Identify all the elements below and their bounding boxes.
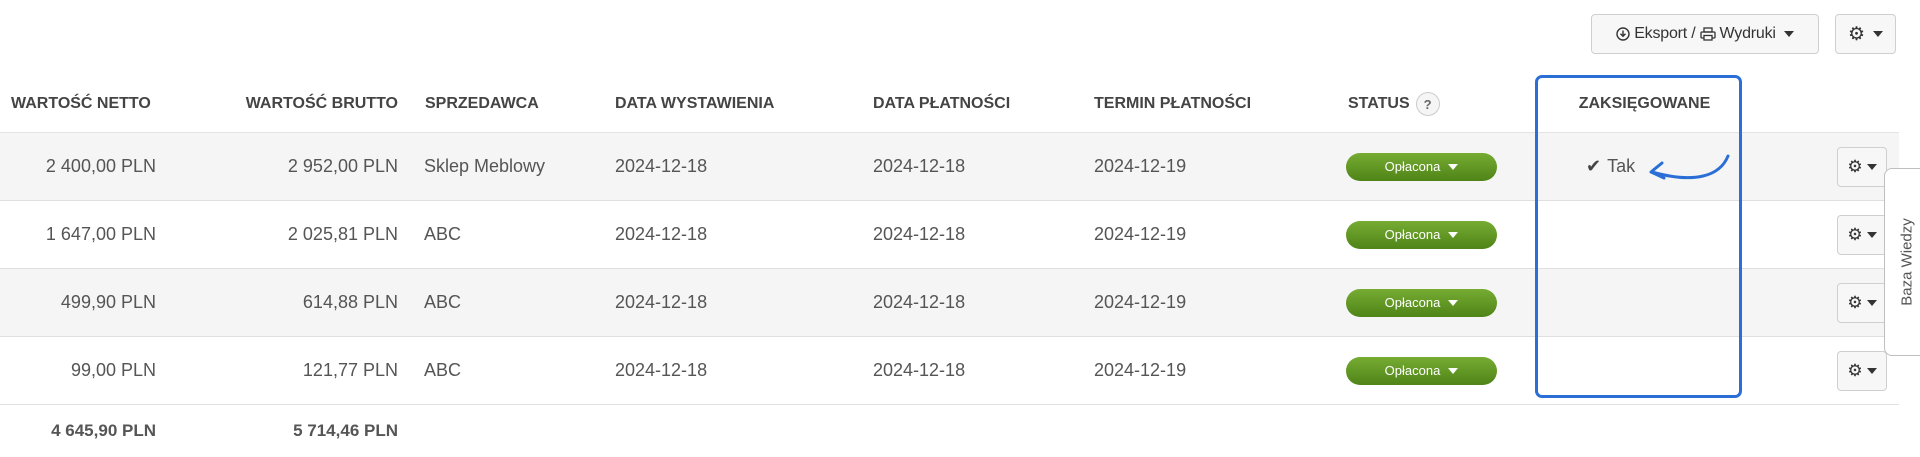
top-toolbar: Eksport / Wydruki ⚙ [1591, 14, 1896, 54]
booked-cell [1541, 337, 1748, 405]
actions-cell: ⚙ [1748, 337, 1899, 405]
netto-value: 499,90 PLN [0, 269, 167, 337]
netto-value: 99,00 PLN [0, 337, 167, 405]
table-row: 99,00 PLN 121,77 PLN ABC 2024-12-18 2024… [0, 337, 1899, 405]
brutto-value: 614,88 PLN [167, 269, 412, 337]
issue-date-value: 2024-12-18 [608, 201, 862, 269]
booked-value: Tak [1607, 156, 1635, 176]
brutto-value: 121,77 PLN [167, 337, 412, 405]
payment-date-value: 2024-12-18 [862, 269, 1083, 337]
total-brutto: 5 714,46 PLN [167, 405, 412, 457]
seller-value: ABC [412, 337, 608, 405]
caret-down-icon [1867, 300, 1877, 306]
actions-cell: ⚙ [1748, 269, 1899, 337]
due-date-value: 2024-12-19 [1083, 133, 1334, 201]
status-dropdown[interactable]: Opłacona [1346, 289, 1497, 317]
issue-date-value: 2024-12-18 [608, 269, 862, 337]
due-date-value: 2024-12-19 [1083, 269, 1334, 337]
caret-down-icon [1448, 300, 1458, 306]
caret-down-icon [1448, 368, 1458, 374]
issue-date-value: 2024-12-18 [608, 133, 862, 201]
row-settings-button[interactable]: ⚙ [1837, 283, 1887, 323]
payment-date-value: 2024-12-18 [862, 133, 1083, 201]
caret-down-icon [1867, 164, 1877, 170]
export-print-button[interactable]: Eksport / Wydruki [1591, 14, 1819, 54]
column-header-seller[interactable]: SPRZEDAWCA [412, 76, 608, 133]
caret-down-icon [1784, 31, 1794, 37]
brutto-value: 2 025,81 PLN [167, 201, 412, 269]
booked-cell: ✔ Tak [1541, 133, 1748, 201]
status-label: Opłacona [1385, 363, 1441, 378]
status-label: Opłacona [1385, 295, 1441, 310]
row-settings-button[interactable]: ⚙ [1837, 215, 1887, 255]
status-label: Opłacona [1385, 159, 1441, 174]
due-date-value: 2024-12-19 [1083, 201, 1334, 269]
table-row: 2 400,00 PLN 2 952,00 PLN Sklep Meblowy … [0, 133, 1899, 201]
booked-cell [1541, 269, 1748, 337]
seller-value: ABC [412, 201, 608, 269]
gear-icon: ⚙ [1848, 25, 1865, 44]
status-dropdown[interactable]: Opłacona [1346, 153, 1497, 181]
status-dropdown[interactable]: Opłacona [1346, 221, 1497, 249]
invoices-table: WARTOŚĆ NETTO WARTOŚĆ BRUTTO SPRZEDAWCA … [0, 76, 1899, 457]
row-settings-button[interactable]: ⚙ [1837, 351, 1887, 391]
netto-value: 1 647,00 PLN [0, 201, 167, 269]
caret-down-icon [1867, 368, 1877, 374]
booked-cell [1541, 201, 1748, 269]
column-header-netto[interactable]: WARTOŚĆ NETTO [0, 76, 167, 133]
seller-value: Sklep Meblowy [412, 133, 608, 201]
caret-down-icon [1448, 232, 1458, 238]
column-header-actions [1748, 76, 1899, 133]
row-settings-button[interactable]: ⚙ [1837, 147, 1887, 187]
column-header-issue-date[interactable]: DATA WYSTAWIENIA [608, 76, 862, 133]
check-icon: ✔ [1586, 156, 1601, 176]
gear-icon: ⚙ [1847, 157, 1862, 177]
seller-value: ABC [412, 269, 608, 337]
payment-date-value: 2024-12-18 [862, 337, 1083, 405]
total-netto: 4 645,90 PLN [0, 405, 167, 457]
payment-date-value: 2024-12-18 [862, 201, 1083, 269]
gear-icon: ⚙ [1847, 293, 1862, 313]
column-header-status[interactable]: STATUS? [1334, 76, 1541, 133]
status-header-label: STATUS [1348, 95, 1410, 112]
issue-date-value: 2024-12-18 [608, 337, 862, 405]
column-header-booked[interactable]: ZAKSIĘGOWANE [1541, 76, 1748, 133]
table-header-row: WARTOŚĆ NETTO WARTOŚĆ BRUTTO SPRZEDAWCA … [0, 76, 1899, 133]
actions-cell: ⚙ [1748, 133, 1899, 201]
due-date-value: 2024-12-19 [1083, 337, 1334, 405]
status-label: Opłacona [1385, 227, 1441, 242]
download-circle-icon [1616, 27, 1630, 41]
status-cell: Opłacona [1334, 133, 1541, 201]
status-cell: Opłacona [1334, 269, 1541, 337]
knowledge-base-label: Baza Wiedzy [1899, 218, 1916, 306]
status-dropdown[interactable]: Opłacona [1346, 357, 1497, 385]
help-icon[interactable]: ? [1416, 92, 1440, 116]
knowledge-base-tab[interactable]: Baza Wiedzy [1884, 168, 1920, 356]
table-settings-button[interactable]: ⚙ [1835, 14, 1896, 54]
export-label: Eksport / [1634, 25, 1695, 43]
status-cell: Opłacona [1334, 201, 1541, 269]
print-label: Wydruki [1720, 25, 1776, 43]
totals-row: 4 645,90 PLN 5 714,46 PLN [0, 405, 1899, 457]
actions-cell: ⚙ [1748, 201, 1899, 269]
column-header-brutto[interactable]: WARTOŚĆ BRUTTO [167, 76, 412, 133]
table-row: 499,90 PLN 614,88 PLN ABC 2024-12-18 202… [0, 269, 1899, 337]
netto-value: 2 400,00 PLN [0, 133, 167, 201]
caret-down-icon [1873, 31, 1883, 37]
column-header-due-date[interactable]: TERMIN PŁATNOŚCI [1083, 76, 1334, 133]
gear-icon: ⚙ [1847, 225, 1862, 245]
table-row: 1 647,00 PLN 2 025,81 PLN ABC 2024-12-18… [0, 201, 1899, 269]
brutto-value: 2 952,00 PLN [167, 133, 412, 201]
caret-down-icon [1867, 232, 1877, 238]
printer-icon [1700, 27, 1716, 41]
gear-icon: ⚙ [1847, 361, 1862, 381]
caret-down-icon [1448, 164, 1458, 170]
column-header-payment-date[interactable]: DATA PŁATNOŚCI [862, 76, 1083, 133]
status-cell: Opłacona [1334, 337, 1541, 405]
